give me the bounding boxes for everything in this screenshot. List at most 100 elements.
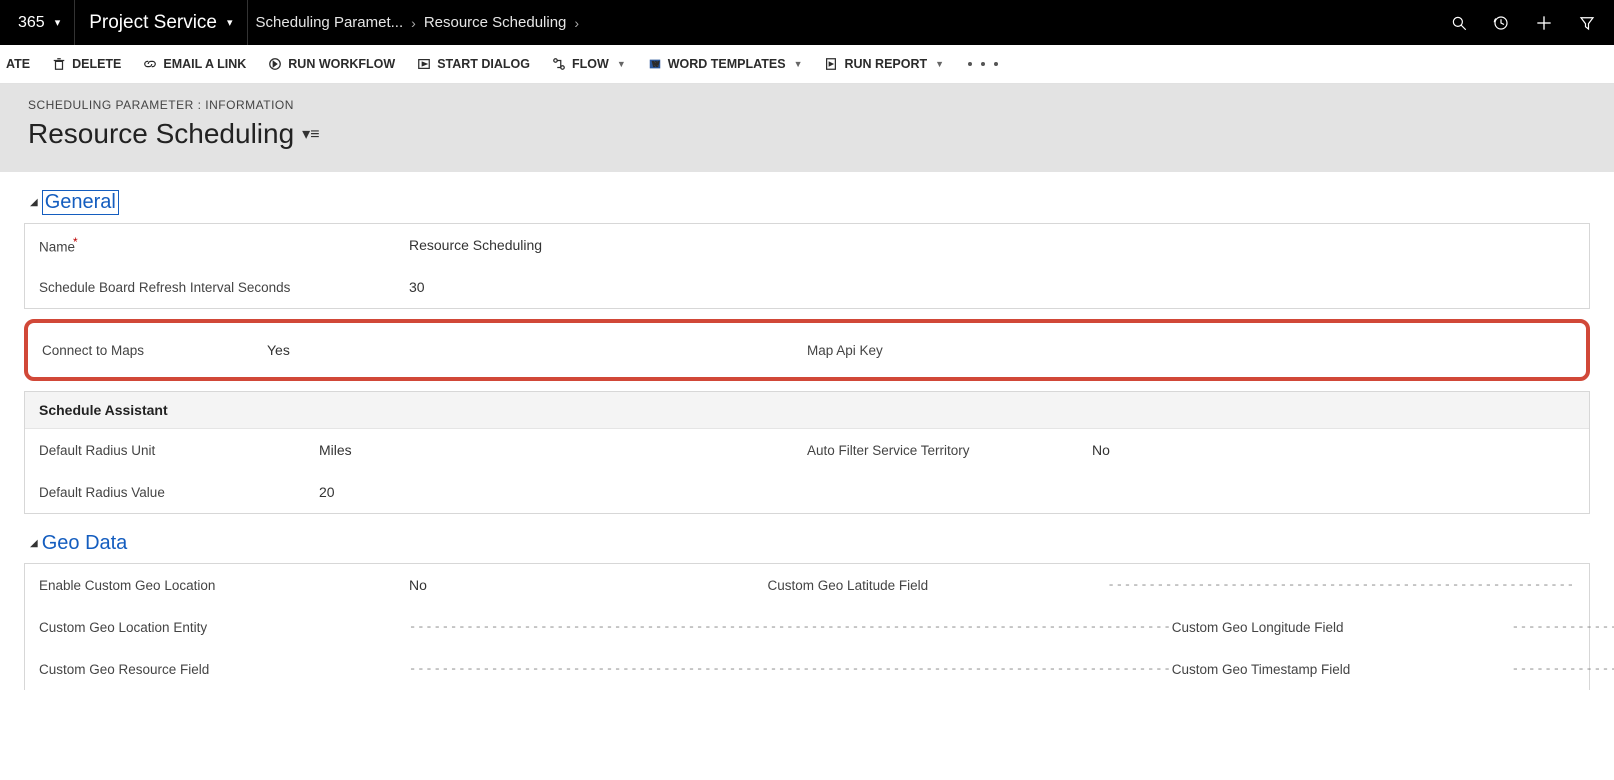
header-subtitle: SCHEDULING PARAMETER : INFORMATION bbox=[28, 98, 1586, 112]
cmd-label: WORD TEMPLATES bbox=[668, 57, 786, 71]
field-label: Default Radius Value bbox=[39, 485, 319, 500]
field-label: Custom Geo Latitude Field bbox=[768, 578, 1108, 593]
schedule-assistant-card: Schedule Assistant Default Radius Unit M… bbox=[24, 391, 1590, 514]
cmd-deactivate[interactable]: ATE bbox=[6, 53, 30, 75]
default-radius-value-field[interactable]: Default Radius Value 20 bbox=[39, 484, 807, 500]
section-title: Geo Data bbox=[42, 532, 128, 555]
svg-text:W: W bbox=[652, 62, 659, 69]
geo-row-2: Custom Geo Resource Field --------------… bbox=[25, 648, 1589, 690]
add-icon[interactable] bbox=[1534, 13, 1554, 33]
cmd-label: RUN REPORT bbox=[844, 57, 927, 71]
breadcrumb-item[interactable]: Resource Scheduling bbox=[416, 14, 575, 31]
top-nav-right bbox=[1450, 13, 1614, 33]
section-header-general[interactable]: ◢ General bbox=[30, 190, 1604, 215]
field-value: No bbox=[409, 577, 768, 593]
top-nav: 365 ▾ Project Service ▾ Scheduling Param… bbox=[0, 0, 1614, 45]
row-radius-unit: Default Radius Unit Miles Auto Filter Se… bbox=[25, 429, 1589, 471]
cmd-label: DELETE bbox=[72, 57, 121, 71]
cmd-label: ATE bbox=[6, 57, 30, 71]
auto-filter-territory-field[interactable]: Auto Filter Service Territory No bbox=[807, 442, 1575, 458]
collapse-caret-icon: ◢ bbox=[30, 197, 38, 208]
search-icon[interactable] bbox=[1450, 14, 1468, 32]
field-value: 20 bbox=[319, 484, 335, 500]
filter-icon[interactable] bbox=[1578, 14, 1596, 32]
more-commands[interactable] bbox=[966, 58, 999, 70]
caret-down-icon: ▼ bbox=[794, 59, 803, 69]
maps-card: Connect to Maps Yes Map Api Key bbox=[28, 329, 1586, 371]
word-templates-button[interactable]: W WORD TEMPLATES ▼ bbox=[648, 53, 803, 75]
cmd-label: START DIALOG bbox=[437, 57, 530, 71]
required-indicator: * bbox=[73, 235, 78, 249]
custom-geo-location-entity-field[interactable]: Custom Geo Location Entity -------------… bbox=[39, 620, 1172, 635]
field-value: 30 bbox=[409, 279, 425, 295]
page-title: Resource Scheduling bbox=[28, 118, 294, 150]
app-menu[interactable]: Project Service ▾ bbox=[75, 0, 246, 45]
geo-row-1: Custom Geo Location Entity -------------… bbox=[25, 606, 1589, 648]
cmd-label: FLOW bbox=[572, 57, 609, 71]
field-label: Map Api Key bbox=[807, 343, 1092, 358]
field-name[interactable]: Name* Resource Scheduling bbox=[25, 224, 1589, 266]
app-label: Project Service bbox=[89, 12, 217, 34]
field-value: ----------------------------------------… bbox=[409, 662, 1172, 676]
custom-geo-longitude-field[interactable]: Custom Geo Longitude Field -------------… bbox=[1172, 620, 1614, 635]
geo-card: Enable Custom Geo Location No Custom Geo… bbox=[24, 563, 1590, 690]
breadcrumb-item[interactable]: Scheduling Paramet... bbox=[248, 14, 412, 31]
field-label: Default Radius Unit bbox=[39, 443, 319, 458]
dialog-icon bbox=[417, 57, 431, 71]
collapse-caret-icon: ◢ bbox=[30, 538, 38, 549]
run-workflow-button[interactable]: RUN WORKFLOW bbox=[268, 53, 395, 75]
chevron-down-icon: ▾ bbox=[55, 16, 61, 29]
section-header-geo[interactable]: ◢ Geo Data bbox=[30, 532, 1604, 555]
field-label: Custom Geo Timestamp Field bbox=[1172, 662, 1512, 677]
enable-custom-geo-field[interactable]: Enable Custom Geo Location No bbox=[39, 577, 768, 593]
header-title-row: Resource Scheduling ▾≡ bbox=[28, 118, 1586, 150]
field-value: ----------------------------------------… bbox=[1512, 620, 1614, 634]
trash-icon bbox=[52, 57, 66, 71]
row-radius-value: Default Radius Value 20 bbox=[25, 471, 1589, 513]
breadcrumb: Scheduling Paramet... › Resource Schedul… bbox=[248, 14, 580, 31]
email-link-button[interactable]: EMAIL A LINK bbox=[143, 53, 246, 75]
word-icon: W bbox=[648, 57, 662, 71]
caret-down-icon: ▼ bbox=[935, 59, 944, 69]
custom-geo-resource-field[interactable]: Custom Geo Resource Field --------------… bbox=[39, 662, 1172, 677]
custom-geo-timestamp-field[interactable]: Custom Geo Timestamp Field -------------… bbox=[1172, 662, 1614, 677]
field-label: Enable Custom Geo Location bbox=[39, 578, 409, 593]
form-content: ◢ General Name* Resource Scheduling Sche… bbox=[0, 172, 1614, 690]
delete-button[interactable]: DELETE bbox=[52, 53, 121, 75]
top-nav-left: 365 ▾ Project Service ▾ Scheduling Param… bbox=[0, 0, 579, 45]
chevron-down-icon: ▾ bbox=[227, 16, 233, 29]
flow-icon bbox=[552, 57, 566, 71]
field-value: Miles bbox=[319, 442, 352, 458]
field-value: ----------------------------------------… bbox=[1108, 578, 1575, 592]
page-header: SCHEDULING PARAMETER : INFORMATION Resou… bbox=[0, 84, 1614, 172]
cmd-label: RUN WORKFLOW bbox=[288, 57, 395, 71]
brand-label: 365 bbox=[14, 14, 45, 32]
field-label: Custom Geo Resource Field bbox=[39, 662, 409, 677]
map-api-key-field[interactable]: Map Api Key bbox=[807, 343, 1572, 358]
subsection-header: Schedule Assistant bbox=[25, 392, 1589, 429]
field-refresh-interval[interactable]: Schedule Board Refresh Interval Seconds … bbox=[25, 266, 1589, 308]
run-report-button[interactable]: RUN REPORT ▼ bbox=[824, 53, 944, 75]
field-connect-maps: Connect to Maps Yes Map Api Key bbox=[28, 329, 1586, 371]
general-card: Name* Resource Scheduling Schedule Board… bbox=[24, 223, 1590, 309]
section-title: General bbox=[42, 190, 119, 215]
recent-icon[interactable] bbox=[1492, 14, 1510, 32]
chevron-right-icon: › bbox=[574, 15, 579, 31]
workflow-icon bbox=[268, 57, 282, 71]
command-bar: ATE DELETE EMAIL A LINK RUN WORKFLOW STA… bbox=[0, 45, 1614, 84]
field-label: Schedule Board Refresh Interval Seconds bbox=[39, 280, 409, 295]
field-label: Name* bbox=[39, 235, 409, 255]
field-value: ----------------------------------------… bbox=[409, 620, 1172, 634]
flow-button[interactable]: FLOW ▼ bbox=[552, 53, 626, 75]
header-menu-icon[interactable]: ▾≡ bbox=[302, 124, 319, 144]
custom-geo-latitude-field[interactable]: Custom Geo Latitude Field --------------… bbox=[768, 578, 1575, 593]
link-icon bbox=[143, 57, 157, 71]
field-value: No bbox=[1092, 442, 1110, 458]
connect-maps-field[interactable]: Connect to Maps Yes bbox=[42, 342, 807, 358]
field-label: Custom Geo Longitude Field bbox=[1172, 620, 1512, 635]
default-radius-unit-field[interactable]: Default Radius Unit Miles bbox=[39, 442, 807, 458]
field-label: Auto Filter Service Territory bbox=[807, 443, 1092, 458]
field-label: Connect to Maps bbox=[42, 343, 267, 358]
brand-menu[interactable]: 365 ▾ bbox=[0, 0, 74, 45]
start-dialog-button[interactable]: START DIALOG bbox=[417, 53, 530, 75]
